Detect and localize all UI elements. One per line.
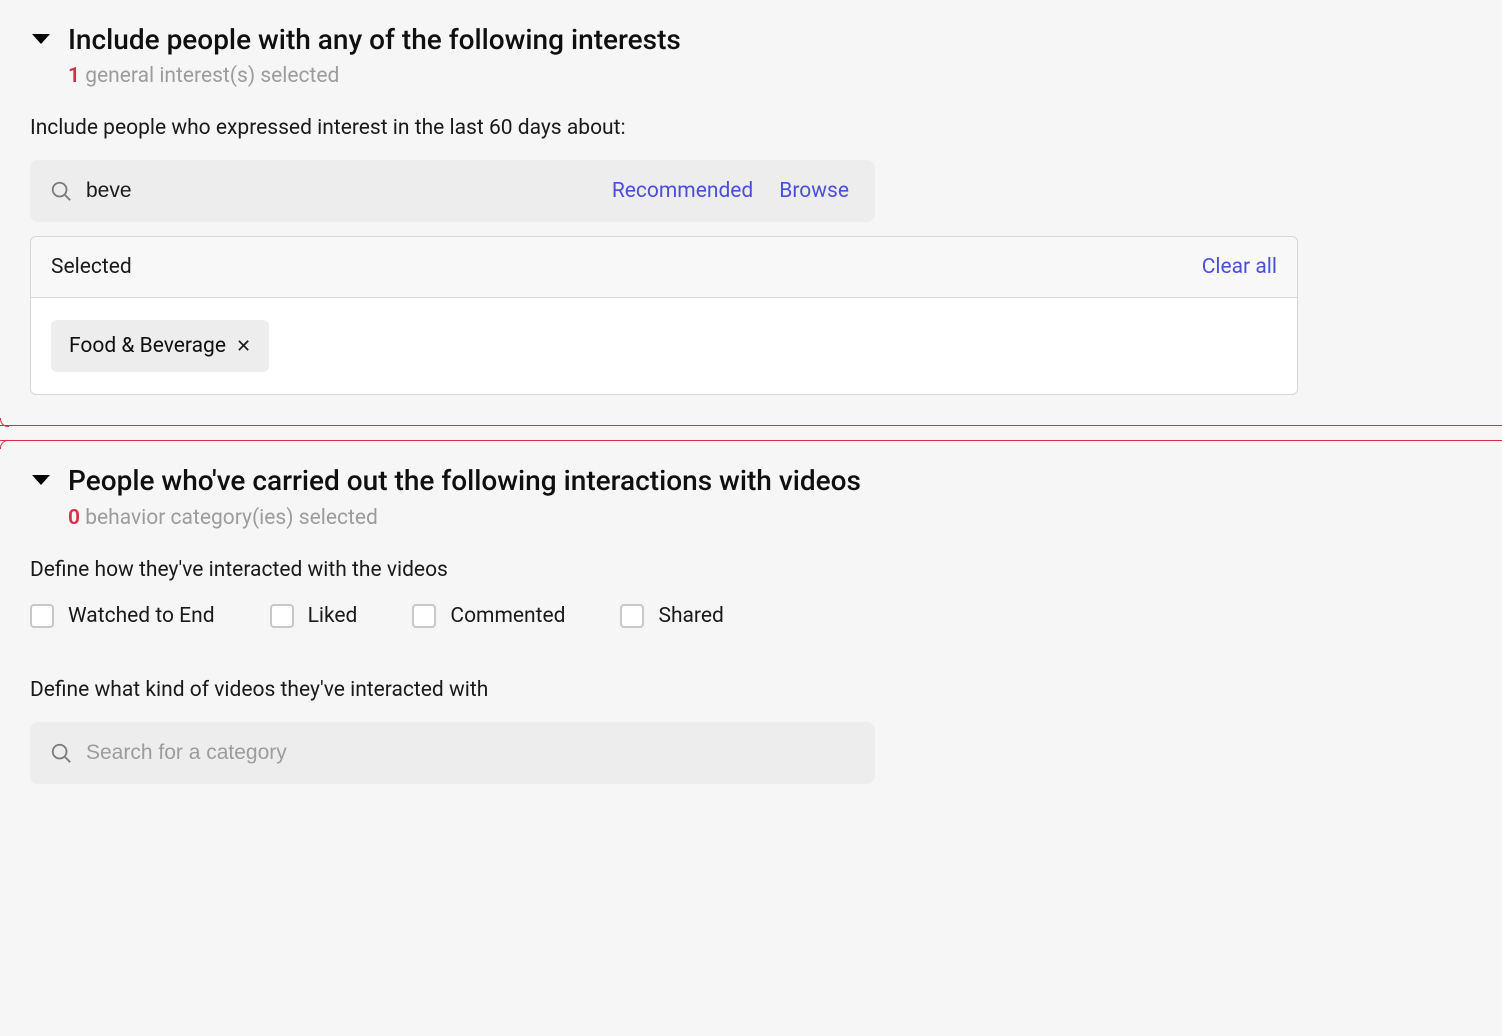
collapse-toggle[interactable] xyxy=(30,22,52,44)
search-icon xyxy=(50,742,72,764)
selected-header: Selected Clear all xyxy=(31,237,1297,298)
checkbox-commented[interactable]: Commented xyxy=(412,604,565,628)
chip-label: Food & Beverage xyxy=(69,334,226,358)
interests-title: Include people with any of the following… xyxy=(68,22,681,58)
interaction-checkboxes: Watched to End Liked Commented Shared xyxy=(30,604,1472,628)
interests-header: Include people with any of the following… xyxy=(30,22,1472,88)
category-search-input[interactable] xyxy=(86,741,855,765)
recommended-button[interactable]: Recommended xyxy=(606,179,759,203)
behaviors-header: People who've carried out the following … xyxy=(30,463,1472,529)
selected-panel: Selected Clear all Food & Beverage ✕ xyxy=(30,236,1298,395)
interests-count: 1 xyxy=(68,64,80,88)
interests-search-row: Recommended Browse xyxy=(30,160,875,222)
behaviors-title: People who've carried out the following … xyxy=(68,463,861,499)
interests-description: Include people who expressed interest in… xyxy=(30,116,1472,140)
checkbox-shared[interactable]: Shared xyxy=(620,604,723,628)
checkbox-input[interactable] xyxy=(270,604,294,628)
behaviors-count-suffix: behavior category(ies) selected xyxy=(80,506,378,530)
search-icon xyxy=(50,180,72,202)
checkbox-watched-to-end[interactable]: Watched to End xyxy=(30,604,215,628)
collapse-toggle[interactable] xyxy=(30,463,52,485)
checkbox-input[interactable] xyxy=(30,604,54,628)
chip-remove-icon[interactable]: ✕ xyxy=(236,336,251,357)
interests-search-input[interactable] xyxy=(86,179,592,203)
behaviors-subtitle: 0 behavior category(ies) selected xyxy=(68,506,861,530)
checkbox-label: Liked xyxy=(308,604,358,628)
checkbox-liked[interactable]: Liked xyxy=(270,604,358,628)
selected-label: Selected xyxy=(51,255,132,279)
selected-chip: Food & Beverage ✕ xyxy=(51,320,269,372)
interact-description: Define how they've interacted with the v… xyxy=(30,558,1472,582)
caret-down-icon xyxy=(32,34,50,44)
checkbox-input[interactable] xyxy=(412,604,436,628)
category-description: Define what kind of videos they've inter… xyxy=(30,678,1472,702)
behaviors-count: 0 xyxy=(68,506,80,530)
checkbox-label: Commented xyxy=(450,604,565,628)
behaviors-section: People who've carried out the following … xyxy=(0,441,1502,813)
caret-down-icon xyxy=(32,475,50,485)
clear-all-button[interactable]: Clear all xyxy=(1202,255,1277,279)
checkbox-input[interactable] xyxy=(620,604,644,628)
browse-button[interactable]: Browse xyxy=(773,179,855,203)
selected-body: Food & Beverage ✕ xyxy=(31,298,1297,394)
interests-section: Include people with any of the following… xyxy=(0,0,1502,425)
section-divider xyxy=(0,425,1502,441)
category-search-row xyxy=(30,722,875,784)
interests-subtitle: 1 general interest(s) selected xyxy=(68,64,681,88)
checkbox-label: Shared xyxy=(658,604,723,628)
checkbox-label: Watched to End xyxy=(68,604,215,628)
interests-count-suffix: general interest(s) selected xyxy=(80,64,339,88)
